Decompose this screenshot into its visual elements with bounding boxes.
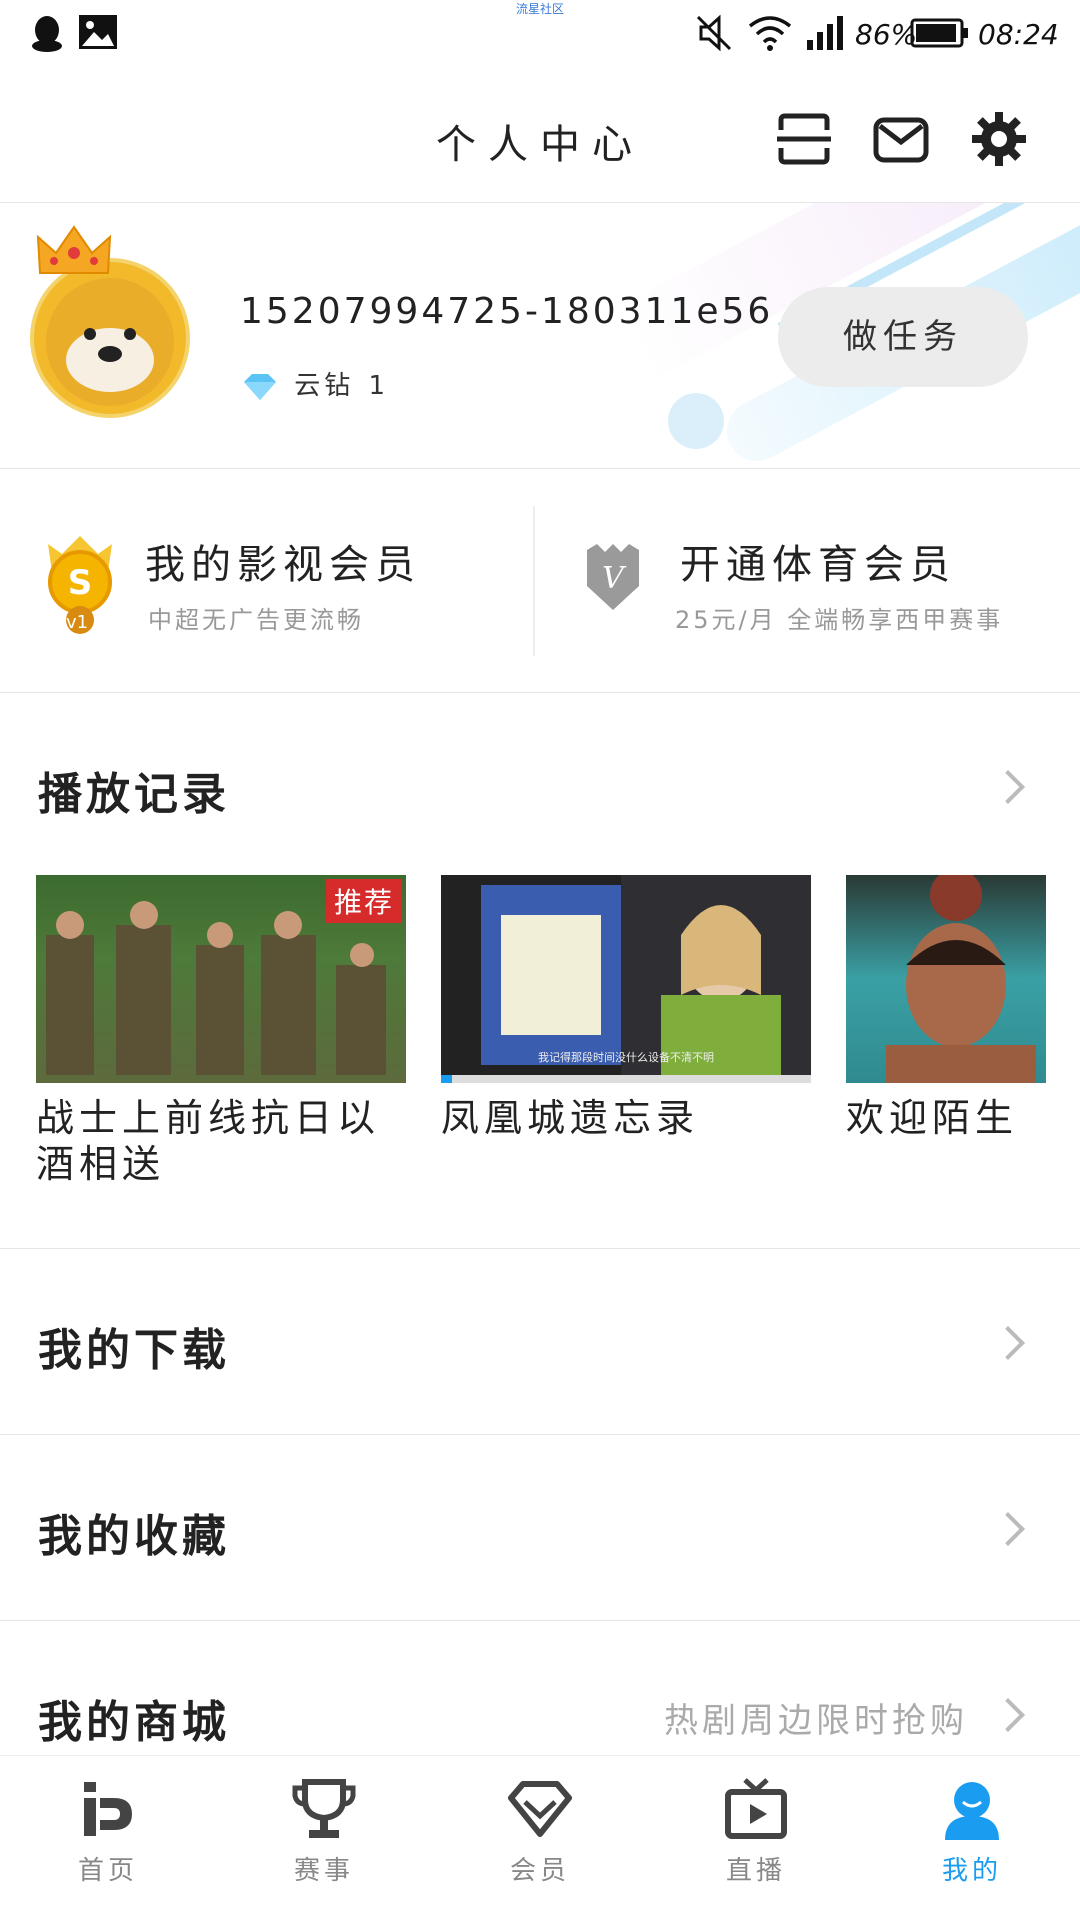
diamond-count: 1 <box>368 371 386 401</box>
chevron-right-icon[interactable] <box>991 770 1025 804</box>
video-member-title: 我的影视会员 <box>145 542 421 588</box>
diamond-label: 云钻 <box>294 371 355 401</box>
nav-home[interactable]: 首页 <box>0 1756 216 1921</box>
level-badge: v1 <box>66 612 89 633</box>
nav-live-label: 直播 <box>725 1856 786 1886</box>
settings-button[interactable] <box>970 110 1028 168</box>
scan-button[interactable] <box>775 110 833 168</box>
diamond-icon <box>244 373 276 400</box>
wifi-icon <box>748 14 792 56</box>
nav-matches[interactable]: 赛事 <box>216 1756 432 1921</box>
message-button[interactable] <box>872 110 930 168</box>
membership-row: S v1 我的影视会员 中超无广告更流畅 V 开通体育会员 25元/月 全端畅享… <box>0 470 1080 693</box>
sports-member-subtitle: 25元/月 全端畅享西甲赛事 <box>675 606 1004 634</box>
video-title: 凤凰城遗忘录 <box>441 1096 700 1140</box>
mall-subtitle: 热剧周边限时抢购 <box>664 1701 968 1741</box>
battery-icon <box>910 14 970 56</box>
sports-membership[interactable]: V 开通体育会员 25元/月 全端畅享西甲赛事 <box>535 470 1080 692</box>
gallery-icon <box>78 14 118 54</box>
crown-icon <box>34 223 114 283</box>
scan-icon <box>777 113 831 165</box>
video-member-subtitle: 中超无广告更流畅 <box>148 606 364 634</box>
nav-home-label: 首页 <box>77 1856 138 1886</box>
video-thumbnail: 推荐 <box>36 875 406 1083</box>
decor-bubble <box>668 393 724 449</box>
nav-mine-label: 我的 <box>941 1856 1002 1886</box>
svg-text:V: V <box>602 561 627 596</box>
my-downloads-row[interactable]: 我的下载 <box>0 1249 1080 1435</box>
play-history-section: 播放记录 推荐 战士上前线抗日以酒相送 我记得那段时间没什么设备不清不明 凤凰城… <box>0 693 1080 1249</box>
gray-shield-icon: V <box>585 542 641 616</box>
video-thumbnail <box>846 875 1046 1083</box>
user-id: 15207994725-180311e56 <box>240 291 774 332</box>
diamond-balance[interactable]: 云钻 1 <box>242 365 385 402</box>
mute-icon <box>695 14 733 56</box>
mail-icon <box>873 117 929 163</box>
chevron-right-icon <box>991 1698 1025 1732</box>
battery-percent: 86% <box>855 18 918 51</box>
do-task-button[interactable]: 做任务 <box>778 287 1028 387</box>
status-bar: 流星社区 86% 08:24 <box>0 0 1080 72</box>
my-favorites-title: 我的收藏 <box>38 1511 230 1562</box>
diamond-outline-icon <box>508 1781 572 1837</box>
history-card[interactable]: 我记得那段时间没什么设备不清不明 凤凰城遗忘录 <box>441 875 811 1141</box>
page-header: 个人中心 <box>0 72 1080 203</box>
clock-time: 08:24 <box>978 18 1059 51</box>
history-card[interactable]: 欢迎陌生 <box>846 875 1046 1141</box>
my-favorites-row[interactable]: 我的收藏 <box>0 1435 1080 1621</box>
nav-mine[interactable]: 我的 <box>864 1756 1080 1921</box>
history-card[interactable]: 推荐 战士上前线抗日以酒相送 <box>36 875 406 1187</box>
video-subtitle: 我记得那段时间没什么设备不清不明 <box>538 1051 714 1064</box>
chevron-right-icon <box>991 1512 1025 1546</box>
nav-vip[interactable]: 会员 <box>432 1756 648 1921</box>
nav-matches-label: 赛事 <box>293 1856 354 1886</box>
home-pp-icon <box>84 1782 132 1836</box>
nav-vip-label: 会员 <box>509 1856 570 1886</box>
chevron-right-icon <box>991 1326 1025 1360</box>
tv-play-icon <box>725 1778 787 1839</box>
gear-icon <box>972 112 1026 166</box>
signal-icon <box>805 14 845 56</box>
bottom-nav: 首页 赛事 会员 直播 我的 <box>0 1755 1080 1921</box>
video-title: 战士上前线抗日以酒相送 <box>36 1096 381 1186</box>
trophy-icon <box>292 1779 356 1838</box>
recommend-tag: 推荐 <box>325 879 402 923</box>
nav-live[interactable]: 直播 <box>648 1756 864 1921</box>
video-title: 欢迎陌生 <box>846 1096 1019 1140</box>
progress-bar <box>441 1075 453 1083</box>
video-membership[interactable]: S v1 我的影视会员 中超无广告更流畅 <box>0 470 533 692</box>
my-mall-title: 我的商城 <box>38 1697 230 1748</box>
sports-member-title: 开通体育会员 <box>680 542 956 588</box>
qq-icon <box>30 14 64 58</box>
svg-text:S: S <box>68 563 93 603</box>
my-downloads-title: 我的下载 <box>38 1325 230 1376</box>
lion-avatar-icon <box>46 278 174 406</box>
play-history-title[interactable]: 播放记录 <box>38 758 230 822</box>
person-icon <box>945 1782 999 1840</box>
video-thumbnail: 我记得那段时间没什么设备不清不明 <box>441 875 811 1083</box>
profile-card: 15207994725-180311e56 云钻 1 做任务 <box>0 203 1080 469</box>
